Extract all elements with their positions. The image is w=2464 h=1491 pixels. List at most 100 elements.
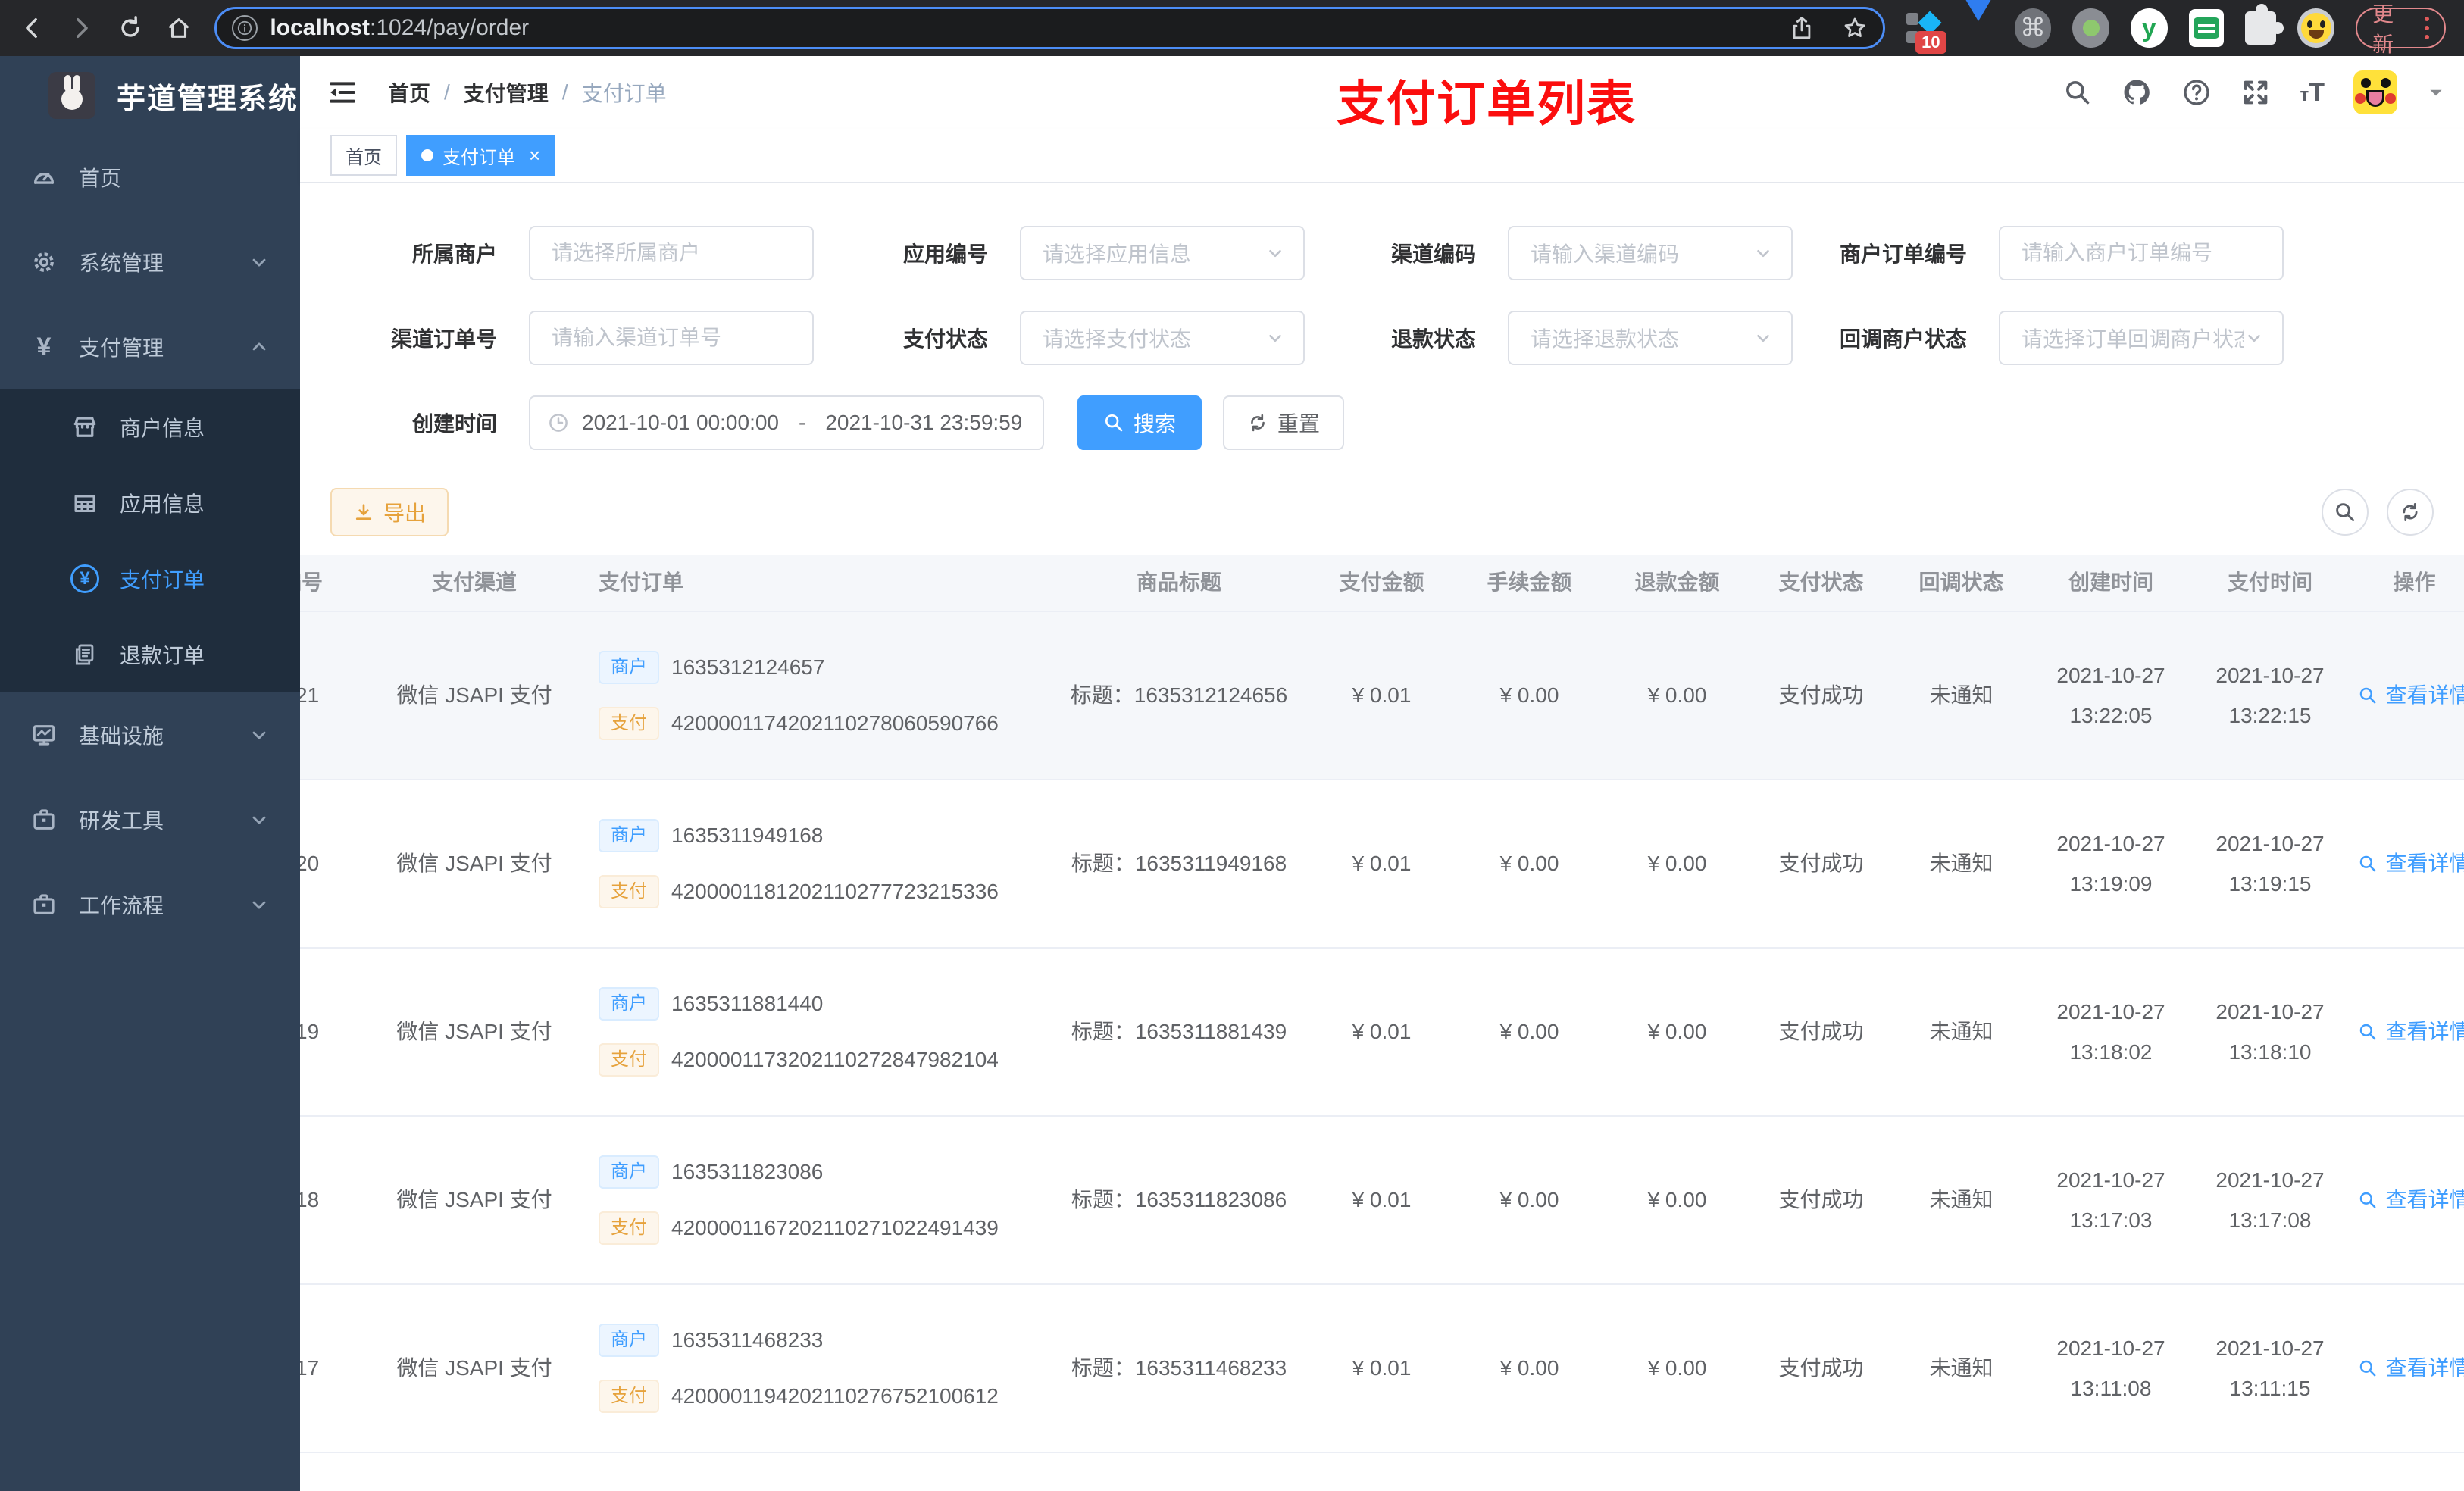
cell-refund: ¥ 0.00 (1647, 1188, 1707, 1212)
puzzle-extension-icon[interactable] (2245, 4, 2284, 45)
user-menu-caret-icon[interactable] (2426, 83, 2446, 102)
bookmark-star-icon[interactable] (1842, 15, 1868, 41)
update-label: 更新 (2372, 2, 2394, 56)
grid-icon (70, 489, 100, 517)
table-row[interactable]: 19 微信 JSAPI 支付 商户 1635311881440 支付 4200001… (300, 949, 2464, 1117)
pay-tag: 支付 (599, 1211, 659, 1245)
view-detail-link[interactable]: 查看详情 (2358, 679, 2464, 711)
sidebar-item-system[interactable]: 系统管理 (0, 220, 300, 305)
y-extension-icon[interactable]: y (2130, 8, 2168, 48)
fullscreen-icon[interactable] (2240, 77, 2271, 108)
field-label: 支付状态 (902, 327, 988, 351)
active-dot-icon (421, 149, 433, 161)
user-avatar[interactable] (2353, 70, 2397, 114)
cell-amount: ¥ 0.01 (1352, 1188, 1412, 1212)
chevron-down-icon (249, 252, 270, 273)
create-time-range-picker[interactable]: 2021-10-01 00:00:00 - 2021-10-31 23:59:5… (529, 395, 1044, 450)
sidebar-item-pay-order[interactable]: ¥ 支付订单 (0, 541, 300, 617)
sidebar-item-infrastructure[interactable]: 基础设施 (0, 692, 300, 777)
command-extension-icon[interactable]: ⌘ (2014, 8, 2052, 48)
app-select[interactable]: 请选择应用信息 (1020, 226, 1305, 280)
sidebar-item-merchant-info[interactable]: 商户信息 (0, 389, 300, 465)
site-info-icon[interactable] (232, 15, 258, 41)
table-row[interactable]: 17 微信 JSAPI 支付 商户 1635311468233 支付 4200001… (300, 1285, 2464, 1453)
export-button-label: 导出 (383, 502, 427, 525)
show-search-toggle-button[interactable] (2322, 489, 2369, 536)
merchant-tag: 商户 (599, 987, 659, 1021)
refresh-table-button[interactable] (2387, 489, 2434, 536)
sidebar-item-dev-tools[interactable]: 研发工具 (0, 777, 300, 862)
table-row[interactable]: 21 微信 JSAPI 支付 商户 1635312124657 支付 4200001… (300, 612, 2464, 780)
cell-amount: ¥ 0.01 (1352, 1020, 1412, 1044)
tag-pay-order-active[interactable]: 支付订单 × (406, 135, 556, 176)
merchant-select-input[interactable] (529, 226, 814, 280)
extension-badge-icon[interactable]: 10 (1905, 8, 1946, 54)
search-button[interactable]: 搜索 (1077, 395, 1202, 450)
cell-amount: ¥ 0.01 (1352, 1356, 1412, 1380)
sidebar-item-app-info[interactable]: 应用信息 (0, 465, 300, 541)
view-detail-link[interactable]: 查看详情 (2358, 1352, 2464, 1384)
dot-extension-icon[interactable] (2072, 8, 2109, 48)
field-label: 商户订单编号 (1839, 242, 1967, 266)
cell-fee: ¥ 0.00 (1499, 852, 1559, 876)
sidebar-item-pay[interactable]: ¥ 支付管理 (0, 305, 300, 389)
help-icon[interactable] (2181, 77, 2212, 108)
table-row[interactable]: 商户1635311251796 (300, 1453, 2464, 1491)
merchant-tag: 商户 (599, 1155, 659, 1189)
sidebar: 芋道管理系统 首页 系统管理 ¥ 支付管理 商户信息 应用信息 ¥ 支付订单 退… (0, 56, 300, 1491)
field-label: 回调商户状态 (1839, 327, 1967, 351)
app-logo[interactable]: 芋道管理系统 (0, 56, 300, 135)
tag-home[interactable]: 首页 (330, 135, 397, 176)
github-icon[interactable] (2121, 77, 2153, 108)
refund-status-select[interactable]: 请选择退款状态 (1508, 311, 1793, 365)
cell-title: 标题：1635311949168 (1071, 852, 1287, 876)
merchant-tag: 商户 (599, 651, 659, 684)
notify-status-select[interactable]: 请选择订单回调商户状态 (1999, 311, 2284, 365)
pay-status-select[interactable]: 请选择支付状态 (1020, 311, 1305, 365)
channel-code-select[interactable]: 请输入渠道编码 (1508, 226, 1793, 280)
browser-reload-button[interactable] (114, 11, 146, 45)
browser-back-button[interactable] (17, 11, 48, 45)
reset-button[interactable]: 重置 (1223, 395, 1345, 450)
select-placeholder: 请选择退款状态 (1531, 327, 1680, 351)
chat-extension-icon[interactable] (2188, 9, 2225, 47)
channel-order-no-input[interactable] (529, 311, 814, 365)
pay-submenu: 商户信息 应用信息 ¥ 支付订单 退款订单 (0, 389, 300, 692)
merchant-order-no: 1635312124657 (671, 655, 825, 680)
view-detail-link[interactable]: 查看详情 (2358, 1183, 2464, 1216)
breadcrumb-home[interactable]: 首页 (388, 77, 430, 108)
sidebar-fold-icon[interactable] (327, 77, 358, 108)
view-detail-link[interactable]: 查看详情 (2358, 1015, 2464, 1048)
field-label: 渠道订单号 (390, 327, 497, 351)
sidebar-item-workflow[interactable]: 工作流程 (0, 862, 300, 947)
browser-update-button[interactable]: 更新 (2356, 2, 2446, 56)
address-bar[interactable]: localhost :1024/pay/order (214, 7, 1885, 49)
cell-id: 20 (300, 852, 320, 876)
search-icon[interactable] (2063, 78, 2092, 107)
view-detail-link[interactable]: 查看详情 (2358, 847, 2464, 880)
breadcrumb-pay[interactable]: 支付管理 (464, 77, 549, 108)
sidebar-item-label: 研发工具 (79, 809, 164, 833)
browser-forward-button[interactable] (65, 11, 97, 45)
browser-menu-icon[interactable] (2424, 17, 2429, 39)
tags-view-bar: 首页 支付订单 × (300, 129, 2464, 183)
pay-tag: 支付 (599, 1043, 659, 1077)
font-size-icon[interactable]: тT (2300, 78, 2325, 108)
gem-extension-icon[interactable] (1962, 0, 1993, 35)
sidebar-item-refund-order[interactable]: 退款订单 (0, 617, 300, 692)
merchant-order-no-input[interactable] (1999, 226, 2284, 280)
chevron-down-icon (249, 809, 270, 830)
emoji-extension-icon[interactable] (2297, 8, 2335, 48)
breadcrumb-current: 支付订单 (581, 82, 667, 105)
close-icon[interactable]: × (529, 144, 540, 167)
table-row[interactable]: 20 微信 JSAPI 支付 商户 1635311949168 支付 4200001… (300, 780, 2464, 949)
browser-home-button[interactable] (163, 11, 195, 45)
field-label: 应用编号 (902, 242, 988, 266)
table-row[interactable]: 18 微信 JSAPI 支付 商户 1635311823086 支付 4200001… (300, 1117, 2464, 1285)
cell-order: 商户 1635312124657 支付 4200001174202110278060… (580, 651, 1050, 740)
export-button[interactable]: 导出 (330, 488, 449, 536)
date-end-value: 2021-10-31 23:59:59 (825, 411, 1023, 434)
cell-fee: ¥ 0.00 (1499, 683, 1559, 708)
share-icon[interactable] (1789, 15, 1815, 41)
sidebar-item-home[interactable]: 首页 (0, 135, 300, 220)
